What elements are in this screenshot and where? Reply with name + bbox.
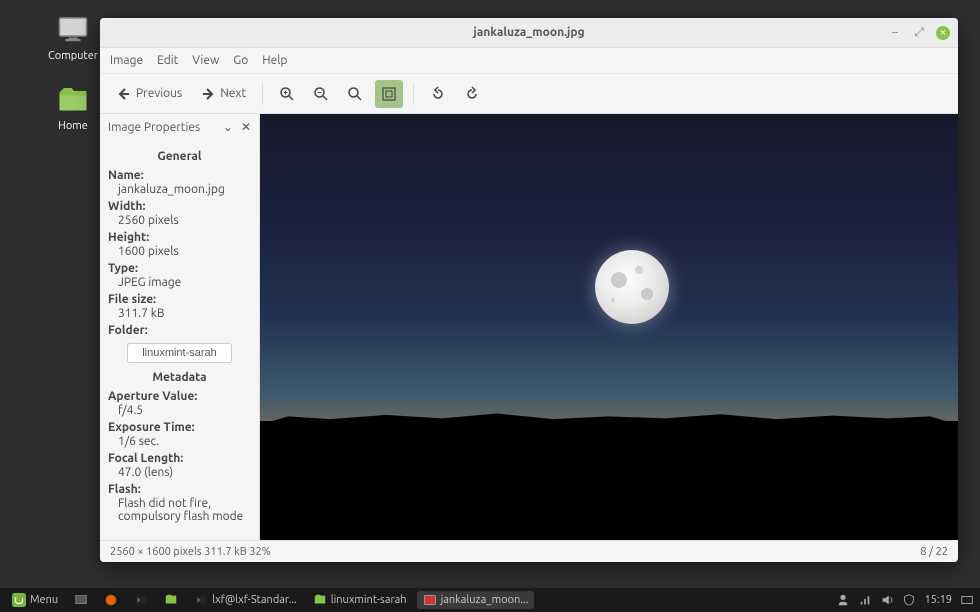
folder-home-icon: [55, 82, 91, 118]
image-content-ground: [260, 421, 958, 540]
prop-folder: Folder:: [108, 322, 251, 339]
computer-icon: [55, 12, 91, 48]
prop-focal: Focal Length:47.0 (lens): [108, 450, 251, 481]
previous-label: Previous: [136, 87, 182, 100]
collapse-icon[interactable]: ⌄: [223, 120, 233, 134]
image-pane[interactable]: [260, 114, 958, 540]
prop-type: Type:JPEG image: [108, 260, 251, 291]
zoom-fit-icon: [381, 86, 397, 102]
zoom-in-icon: [279, 86, 295, 102]
terminal-icon: [134, 593, 148, 607]
maximize-button[interactable]: ⤢: [912, 26, 926, 40]
status-right: 8 / 22: [920, 546, 948, 558]
shield-icon[interactable]: [902, 593, 916, 607]
properties-panel: Image Properties ⌄ ✕ General Name:jankal…: [100, 114, 260, 540]
mint-logo-icon: [12, 593, 26, 607]
files-icon: [164, 593, 178, 607]
prop-flash: Flash:Flash did not fire, compulsory fla…: [108, 481, 251, 525]
desktop-icon-label: Computer: [48, 50, 98, 62]
prop-exposure: Exposure Time:1/6 sec.: [108, 419, 251, 450]
properties-title: Image Properties: [108, 121, 215, 134]
zoom-actual-button[interactable]: [341, 80, 369, 108]
menu-go[interactable]: Go: [233, 54, 248, 67]
prop-name: Name:jankaluza_moon.jpg: [108, 167, 251, 198]
next-button[interactable]: Next: [194, 82, 252, 106]
menu-help[interactable]: Help: [262, 54, 287, 67]
prop-width: Width:2560 pixels: [108, 198, 251, 229]
arrow-left-icon: [116, 86, 132, 102]
status-left: 2560 × 1600 pixels 311.7 kB 32%: [110, 546, 271, 558]
menu-label: Menu: [30, 594, 58, 606]
next-label: Next: [220, 87, 246, 100]
general-heading: General: [108, 146, 251, 167]
desktop-icons: Computer Home: [38, 12, 108, 132]
titlebar[interactable]: jankaluza_moon.jpg – ⤢ ×: [100, 18, 958, 48]
properties-header: Image Properties ⌄ ✕: [100, 114, 259, 140]
volume-icon[interactable]: [880, 593, 894, 607]
clock[interactable]: 15:19: [924, 594, 952, 606]
folder-button[interactable]: linuxmint-sarah: [127, 343, 232, 363]
task-image-viewer[interactable]: jankaluza_moon...: [417, 591, 535, 609]
menubar: Image Edit View Go Help: [100, 48, 958, 74]
task-files[interactable]: linuxmint-sarah: [307, 591, 413, 609]
launcher-files[interactable]: [158, 591, 184, 609]
metadata-heading: Metadata: [108, 367, 251, 388]
toolbar-separator: [262, 83, 263, 105]
minimize-button[interactable]: –: [888, 26, 902, 40]
zoom-out-button[interactable]: [307, 80, 335, 108]
user-icon[interactable]: [836, 593, 850, 607]
previous-button[interactable]: Previous: [110, 82, 188, 106]
task-label: linuxmint-sarah: [331, 594, 407, 606]
system-tray: 15:19: [836, 593, 974, 607]
menu-button[interactable]: Menu: [6, 591, 64, 609]
prop-aperture: Aperture Value:f/4.5: [108, 388, 251, 419]
rotate-left-icon: [430, 86, 446, 102]
rotate-right-icon: [464, 86, 480, 102]
prop-height: Height:1600 pixels: [108, 229, 251, 260]
arrow-right-icon: [200, 86, 216, 102]
task-label: lxf@lxf-Standar...: [212, 594, 297, 606]
prop-filesize: File size:311.7 kB: [108, 291, 251, 322]
close-panel-icon[interactable]: ✕: [241, 120, 251, 134]
show-desktop-button[interactable]: [68, 591, 94, 609]
network-icon[interactable]: [858, 593, 872, 607]
launcher-terminal[interactable]: [128, 591, 154, 609]
desktop-icon-computer[interactable]: Computer: [38, 12, 108, 62]
task-terminal[interactable]: lxf@lxf-Standar...: [188, 591, 303, 609]
content-area: Image Properties ⌄ ✕ General Name:jankal…: [100, 114, 958, 540]
zoom-actual-icon: [347, 86, 363, 102]
launcher-firefox[interactable]: [98, 591, 124, 609]
task-label: jankaluza_moon...: [441, 594, 529, 606]
window-title: jankaluza_moon.jpg: [473, 26, 584, 39]
statusbar: 2560 × 1600 pixels 311.7 kB 32% 8 / 22: [100, 540, 958, 562]
zoom-out-icon: [313, 86, 329, 102]
desktop-icon-label: Home: [58, 120, 88, 132]
properties-body: General Name:jankaluza_moon.jpg Width:25…: [100, 140, 259, 540]
zoom-in-button[interactable]: [273, 80, 301, 108]
menu-image[interactable]: Image: [110, 54, 143, 67]
tray-toggle-icon[interactable]: [960, 593, 974, 607]
firefox-icon: [104, 593, 118, 607]
toolbar: Previous Next: [100, 74, 958, 114]
rotate-left-button[interactable]: [424, 80, 452, 108]
rotate-right-button[interactable]: [458, 80, 486, 108]
toolbar-separator: [413, 83, 414, 105]
zoom-fit-button[interactable]: [375, 80, 403, 108]
menu-edit[interactable]: Edit: [157, 54, 178, 67]
desktop: Computer Home jankaluza_moon.jpg – ⤢ × I…: [0, 0, 980, 588]
folder-icon: [313, 593, 327, 607]
desktop-icon-home[interactable]: Home: [38, 82, 108, 132]
terminal-icon: [194, 593, 208, 607]
taskbar: Menu lxf@lxf-Standar... linuxmint-sarah …: [0, 588, 980, 612]
image-content-moon: [595, 250, 669, 324]
close-button[interactable]: ×: [936, 26, 950, 40]
menu-view[interactable]: View: [192, 54, 219, 67]
desktop-icon: [74, 593, 88, 607]
window-controls: – ⤢ ×: [888, 26, 950, 40]
image-viewer-window: jankaluza_moon.jpg – ⤢ × Image Edit View…: [100, 18, 958, 562]
image-icon: [423, 593, 437, 607]
